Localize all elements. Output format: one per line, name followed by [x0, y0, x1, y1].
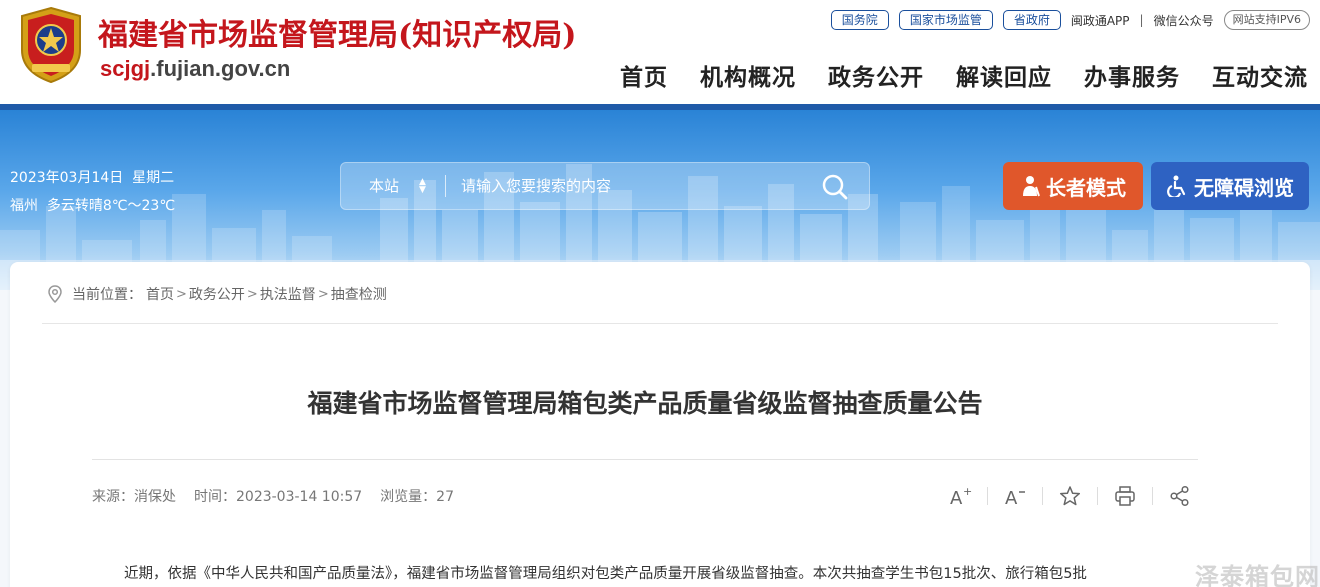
- provincial-gov-link[interactable]: 省政府: [1002, 10, 1061, 30]
- breadcrumb-divider: [42, 323, 1278, 324]
- nav-organization[interactable]: 机构概况: [700, 58, 796, 92]
- breadcrumb-separator: >: [317, 286, 329, 302]
- svg-text:A: A: [1005, 488, 1018, 507]
- font-increase-icon: A +: [950, 485, 972, 507]
- link-separator: |: [1139, 13, 1144, 27]
- tool-separator: [987, 487, 988, 505]
- tool-separator: [1042, 487, 1043, 505]
- app-link[interactable]: 闽政通APP: [1071, 12, 1130, 29]
- font-decrease-button[interactable]: A: [1001, 482, 1029, 510]
- domain-prefix: scjgj: [100, 56, 151, 81]
- main-nav: 首页 机构概况 政务公开 解读回应 办事服务 互动交流: [620, 58, 1308, 92]
- breadcrumb-separator: >: [246, 286, 258, 302]
- breadcrumb-law-enforcement[interactable]: 执法监督: [260, 284, 316, 304]
- site-title[interactable]: 福建省市场监督管理局(知识产权局): [98, 10, 576, 54]
- breadcrumb-label: 当前位置：: [72, 287, 142, 303]
- watermark: 泽泰箱包网: [1195, 563, 1320, 587]
- breadcrumb-separator: >: [176, 286, 187, 302]
- scope-updown-icon[interactable]: ▲ ▼: [419, 178, 426, 195]
- tool-separator: [1152, 487, 1153, 505]
- print-button[interactable]: [1111, 482, 1139, 510]
- tool-separator: [1097, 487, 1098, 505]
- wechat-link[interactable]: 微信公众号: [1154, 12, 1214, 29]
- accessibility-button[interactable]: 无障碍浏览: [1151, 162, 1309, 210]
- article-title: 福建省市场监督管理局箱包类产品质量省级监督抽查质量公告: [307, 389, 983, 418]
- date-weather: 2023年03月14日 星期二 福州 多云转晴8℃～23℃: [10, 164, 175, 220]
- breadcrumb-home[interactable]: 首页: [146, 284, 174, 304]
- svg-text:+: +: [963, 485, 972, 498]
- search-icon[interactable]: [821, 173, 849, 201]
- font-decrease-icon: A: [1005, 488, 1025, 507]
- article-views: 浏览量：27: [380, 489, 454, 505]
- elder-mode-button[interactable]: 长者模式: [1003, 162, 1143, 210]
- elder-mode-label: 长者模式: [1046, 175, 1126, 200]
- article-card: 当前位置： 首页 > 政务公开 > 执法监督 > 抽查检测 福建省市场监督管理局…: [10, 262, 1310, 587]
- font-increase-button[interactable]: A +: [946, 482, 974, 510]
- breadcrumb-gov-affairs[interactable]: 政务公开: [189, 284, 245, 304]
- nav-interaction[interactable]: 互动交流: [1212, 58, 1308, 92]
- article-body: 近期，依据《中华人民共和国产品质量法》，福建省市场监督管理局组织对包类产品质量开…: [124, 566, 1087, 582]
- accessibility-label: 无障碍浏览: [1194, 175, 1294, 200]
- share-icon: [1170, 485, 1189, 507]
- breadcrumb: 当前位置： 首页 > 政务公开 > 执法监督 > 抽查检测: [46, 284, 387, 304]
- site-domain[interactable]: scjgj.fujian.gov.cn: [100, 56, 290, 82]
- favorite-button[interactable]: [1056, 482, 1084, 510]
- top-links: 国务院 国家市场监管 省政府 闽政通APP | 微信公众号 网站支持IPV6: [830, 9, 1310, 31]
- domain-suffix: .fujian.gov.cn: [150, 56, 291, 81]
- state-council-link[interactable]: 国务院: [830, 10, 889, 30]
- nav-gov-affairs[interactable]: 政务公开: [828, 58, 924, 92]
- nav-interpretation[interactable]: 解读回应: [956, 58, 1052, 92]
- star-icon: [1059, 486, 1081, 506]
- search-input[interactable]: [461, 163, 801, 209]
- svg-text:A: A: [950, 488, 963, 507]
- nav-home[interactable]: 首页: [620, 58, 668, 92]
- title-divider: [92, 459, 1198, 460]
- elder-icon: [1023, 176, 1040, 197]
- share-button[interactable]: [1166, 482, 1194, 510]
- search-divider: [445, 175, 446, 197]
- search-box: 本站 ▲ ▼: [340, 162, 870, 210]
- wheelchair-icon: [1167, 175, 1186, 197]
- site-header: 福建省市场监督管理局(知识产权局) scjgj.fujian.gov.cn 国务…: [0, 0, 1320, 104]
- article-meta: 来源：消保处 时间：2023-03-14 10:57 浏览量：27: [92, 486, 454, 506]
- samr-link[interactable]: 国家市场监管: [898, 10, 993, 30]
- weather-info: 福州 多云转晴8℃～23℃: [10, 198, 176, 214]
- printer-icon: [1115, 486, 1135, 506]
- article-time: 时间：2023-03-14 10:57: [194, 489, 363, 505]
- location-pin-icon: [48, 285, 62, 303]
- search-scope-select[interactable]: 本站: [369, 163, 399, 209]
- current-date: 2023年03月14日 星期二: [10, 170, 175, 186]
- police-emblem-logo[interactable]: [14, 6, 88, 84]
- article-source: 来源：消保处: [92, 489, 176, 505]
- nav-services[interactable]: 办事服务: [1084, 58, 1180, 92]
- breadcrumb-inspection[interactable]: 抽查检测: [331, 284, 387, 304]
- article-tools: A + A: [946, 482, 1194, 510]
- ipv6-badge: 网站支持IPV6: [1223, 10, 1310, 30]
